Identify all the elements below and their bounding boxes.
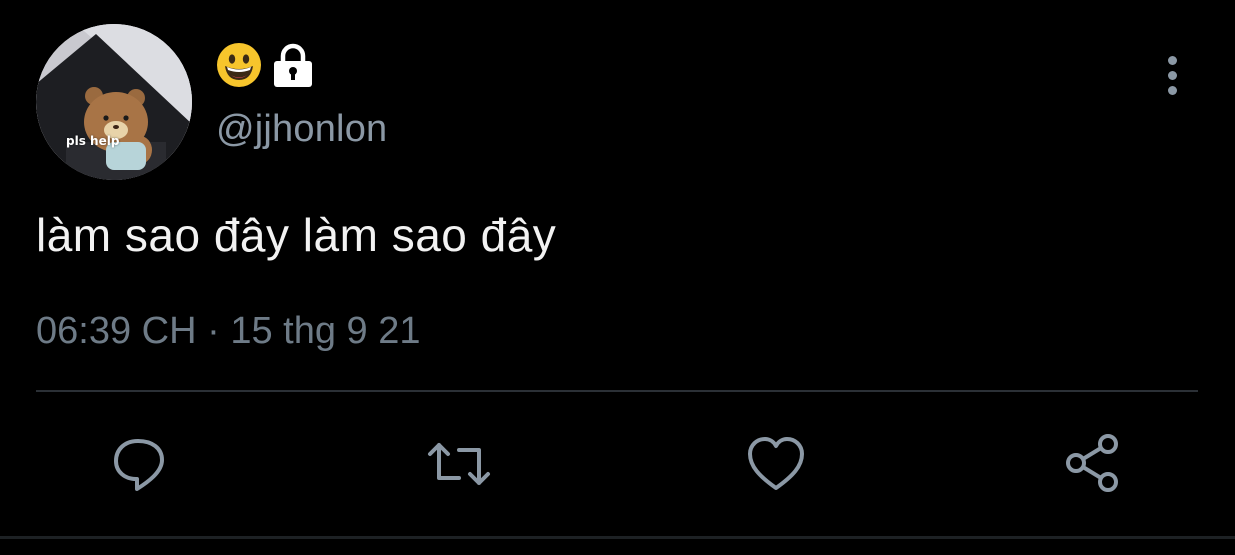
avatar[interactable]: pls help [36,24,192,180]
more-dot-icon [1167,85,1177,95]
more-options-button[interactable] [1152,52,1192,98]
meta-separator: · [207,310,220,352]
tweet-date: 15 thg 9 21 [230,310,421,352]
retweet-button[interactable] [427,432,491,496]
display-name[interactable] [216,42,316,88]
lock-icon [270,42,316,88]
share-button[interactable] [1062,432,1126,496]
like-icon [748,437,804,490]
more-dot-icon [1167,70,1177,80]
reply-icon [114,439,164,491]
grinning-face-emoji-icon [216,42,262,88]
retweet-icon [428,443,490,485]
bottom-divider [0,536,1235,539]
reply-button[interactable] [108,432,172,496]
tweet-meta: 06:39 CH · 15 thg 9 21 [36,310,421,353]
like-button[interactable] [744,432,808,496]
tweet-card: pls help @jjhonlon làm sao đây làm sao đ… [0,0,1235,555]
tweet-time: 06:39 CH [36,310,197,352]
tweet-text: làm sao đây làm sao đây [36,209,557,261]
avatar-photo [36,24,192,180]
user-handle[interactable]: @jjhonlon [216,108,387,151]
avatar-caption: pls help [66,134,120,148]
more-dot-icon [1167,55,1177,65]
share-icon [1066,434,1118,492]
divider [36,390,1198,392]
